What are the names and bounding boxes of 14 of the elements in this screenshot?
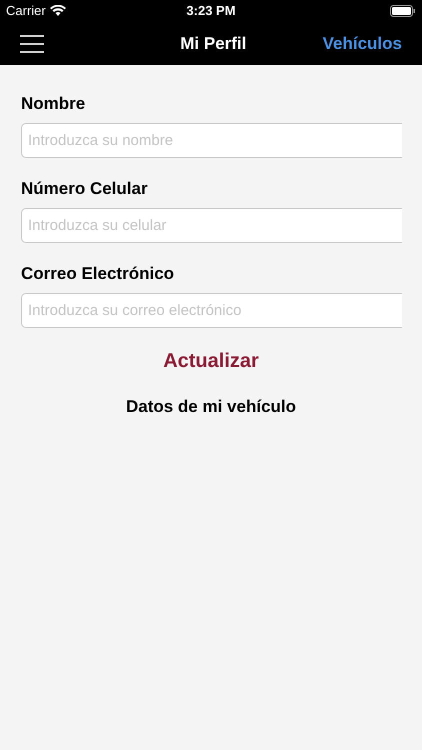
update-button[interactable]: Actualizar (163, 346, 259, 376)
status-time: 3:23 PM (186, 2, 236, 20)
carrier-label: Carrier (6, 2, 46, 20)
input-field[interactable]: Introduzca su celular (21, 208, 402, 243)
field-label: Nombre (21, 93, 86, 115)
wifi-icon (50, 5, 66, 17)
vehicles-button[interactable]: Vehículos (322, 30, 402, 56)
field-label: Correo Electrónico (21, 263, 176, 285)
input-field[interactable]: Introduzca su correo electrónico (21, 293, 402, 328)
input-field[interactable]: Introduzca su nombre (21, 123, 402, 158)
battery-icon (390, 5, 416, 17)
screen-title: Mi Perfil (180, 32, 246, 55)
section-title: Datos de mi vehículo (126, 396, 296, 418)
field-label: Número Celular (21, 178, 149, 200)
